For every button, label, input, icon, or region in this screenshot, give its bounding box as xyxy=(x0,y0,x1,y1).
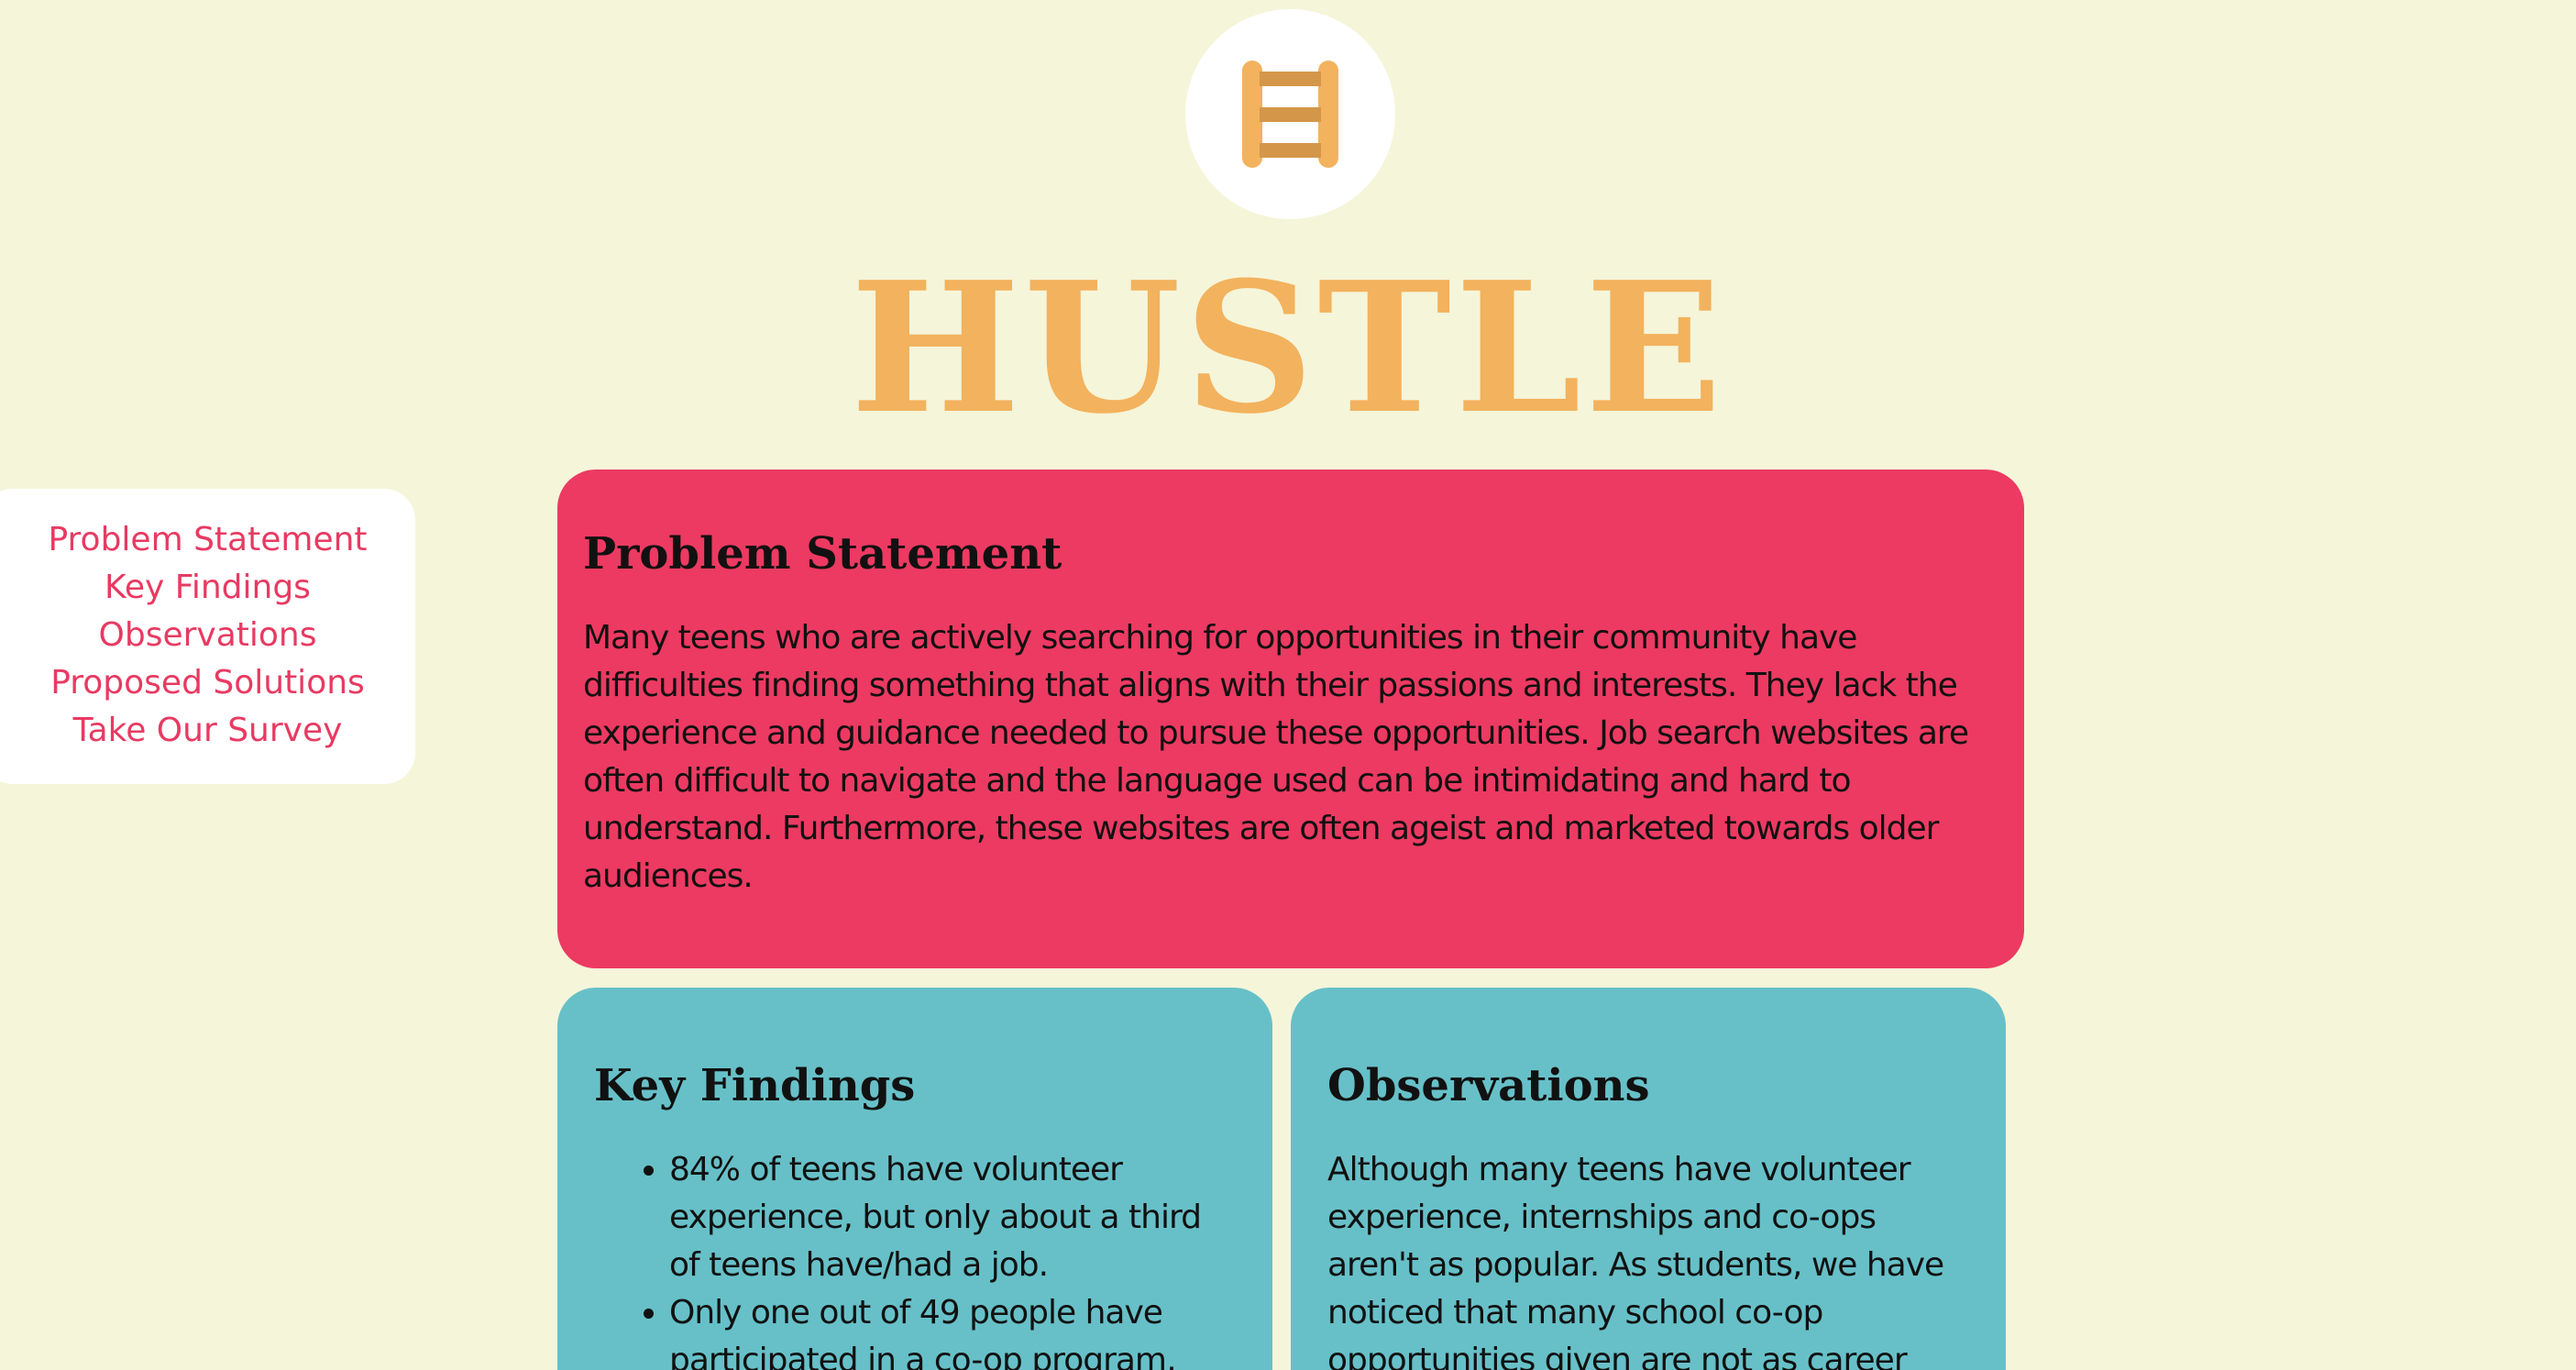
nav-link-key-findings[interactable]: Key Findings xyxy=(0,564,415,612)
nav-link-proposed-solutions[interactable]: Proposed Solutions xyxy=(0,659,415,707)
nav-link-take-our-survey[interactable]: Take Our Survey xyxy=(0,707,415,755)
site-title: HUSTLE xyxy=(850,243,1726,454)
logo[interactable] xyxy=(1185,9,1395,219)
key-findings-card: Key Findings 84% of teens have volunteer… xyxy=(557,988,1272,1370)
observations-text: Although many teens have volunteer exper… xyxy=(1327,1151,1944,1370)
problem-statement-heading: Problem Statement xyxy=(583,528,1062,580)
list-item: Only one out of 49 people have participa… xyxy=(669,1289,1236,1370)
problem-statement-text: Many teens who are actively searching fo… xyxy=(583,619,1969,895)
ladder-icon xyxy=(1242,61,1338,168)
side-nav: Problem Statement Key Findings Observati… xyxy=(0,489,415,784)
observations-card: Observations Although many teens have vo… xyxy=(1291,988,2006,1370)
nav-link-observations[interactable]: Observations xyxy=(0,612,415,659)
problem-statement-card: Problem Statement Many teens who are act… xyxy=(557,470,2024,968)
nav-link-problem-statement[interactable]: Problem Statement xyxy=(0,516,415,564)
key-findings-list: 84% of teens have volunteer experience, … xyxy=(594,1146,1236,1370)
observations-heading: Observations xyxy=(1327,1060,1650,1111)
list-item: 84% of teens have volunteer experience, … xyxy=(669,1146,1236,1289)
key-findings-heading: Key Findings xyxy=(594,1060,916,1111)
